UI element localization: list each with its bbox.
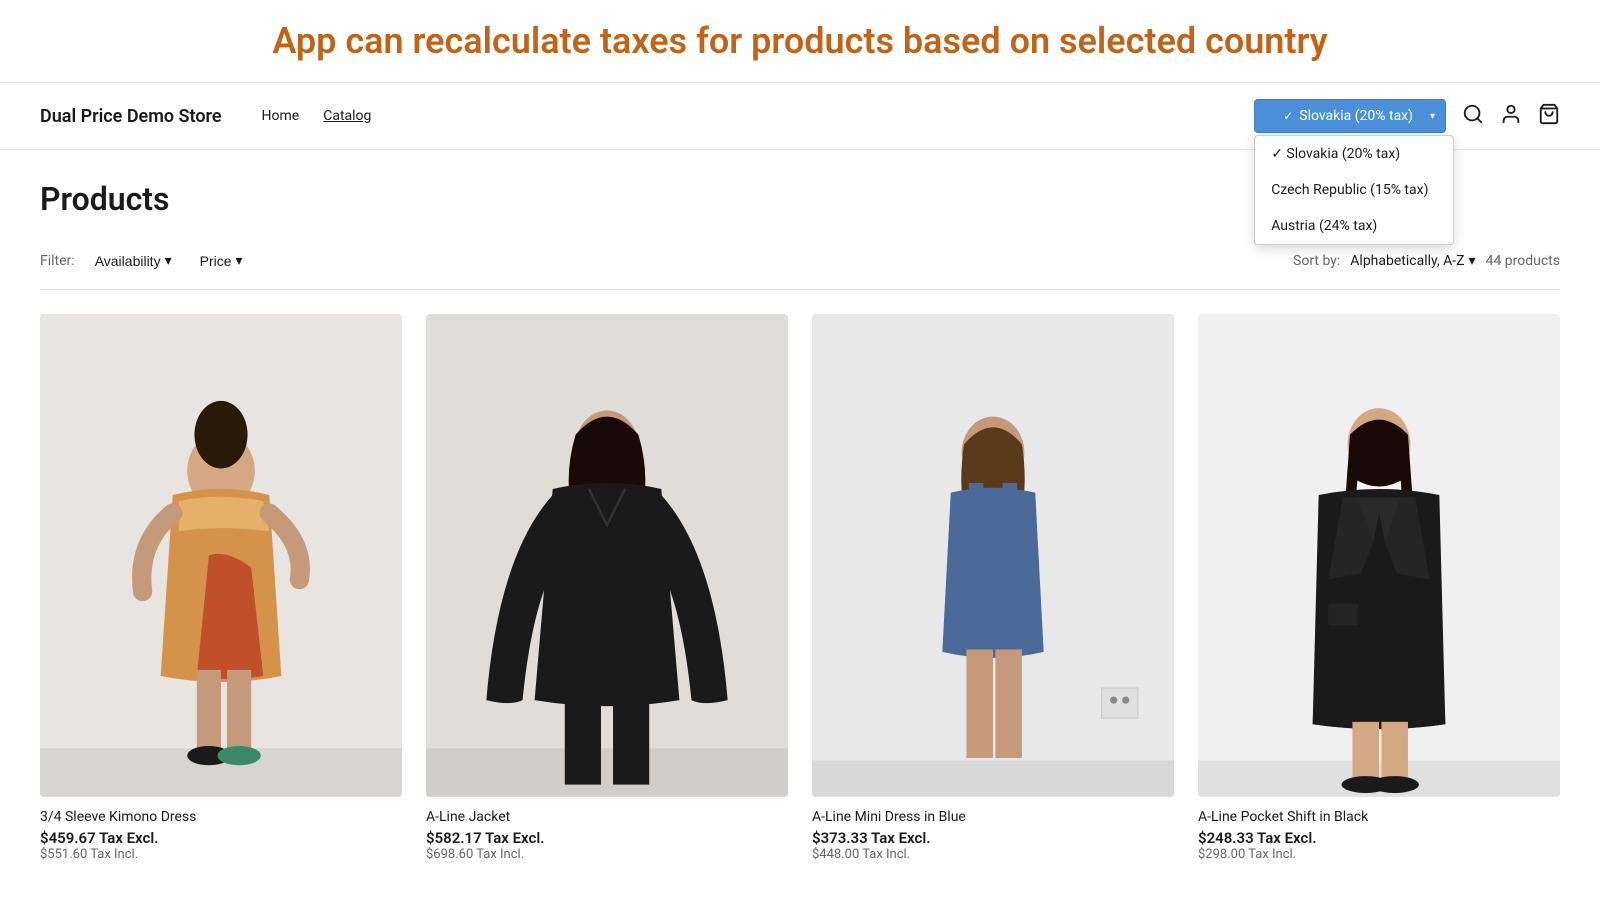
nav-catalog[interactable]: Catalog xyxy=(323,108,371,124)
dropdown-item-czech[interactable]: Czech Republic (15% tax) xyxy=(1255,172,1453,208)
sort-value: Alphabetically, A-Z xyxy=(1350,253,1464,269)
header-right: ✓ Slovakia (20% tax) ▾ ✓ Slovakia (20% t… xyxy=(1254,99,1560,133)
banner: App can recalculate taxes for products b… xyxy=(0,0,1600,82)
product-image-4 xyxy=(1198,314,1560,797)
main-nav: Home Catalog xyxy=(262,108,1255,124)
search-icon[interactable] xyxy=(1462,103,1484,130)
product-image-3 xyxy=(812,314,1174,797)
filter-right: Sort by: Alphabetically, A-Z ▾ 44 produc… xyxy=(1293,253,1560,269)
country-selector-wrapper: ✓ Slovakia (20% tax) ▾ ✓ Slovakia (20% t… xyxy=(1254,99,1446,133)
filter-left: Filter: Availability ▾ Price ▾ xyxy=(40,248,251,273)
product-price-excl-3: $373.33 Tax Excl. xyxy=(812,829,1174,847)
product-name-1: 3/4 Sleeve Kimono Dress xyxy=(40,809,402,825)
nav-home[interactable]: Home xyxy=(262,108,300,124)
site-header: Dual Price Demo Store Home Catalog ✓ Slo… xyxy=(0,82,1600,150)
product-card-2[interactable]: A-Line Jacket $582.17 Tax Excl. $698.60 … xyxy=(426,314,788,862)
availability-filter[interactable]: Availability ▾ xyxy=(87,248,180,273)
product-price-incl-1: $551.60 Tax Incl. xyxy=(40,847,402,862)
product-price-excl-4: $248.33 Tax Excl. xyxy=(1198,829,1560,847)
account-icon[interactable] xyxy=(1500,103,1522,130)
selected-country: Slovakia (20% tax) xyxy=(1299,108,1413,124)
chevron-down-icon: ▾ xyxy=(1430,111,1435,122)
product-image-1 xyxy=(40,314,402,797)
cart-icon[interactable] xyxy=(1538,103,1560,130)
product-price-incl-3: $448.00 Tax Incl. xyxy=(812,847,1174,862)
store-name[interactable]: Dual Price Demo Store xyxy=(40,106,222,127)
checkmark-icon: ✓ xyxy=(1283,109,1293,123)
sort-label: Sort by: xyxy=(1293,253,1340,269)
product-price-excl-1: $459.67 Tax Excl. xyxy=(40,829,402,847)
country-dropdown: ✓ Slovakia (20% tax) Czech Republic (15%… xyxy=(1254,135,1454,245)
products-grid: 3/4 Sleeve Kimono Dress $459.67 Tax Excl… xyxy=(40,314,1560,862)
availability-label: Availability xyxy=(95,253,161,269)
price-chevron-icon: ▾ xyxy=(236,252,243,269)
product-name-2: A-Line Jacket xyxy=(426,809,788,825)
filter-bar: Filter: Availability ▾ Price ▾ Sort by: … xyxy=(40,248,1560,290)
sort-select[interactable]: Alphabetically, A-Z ▾ xyxy=(1350,253,1475,269)
product-card-4[interactable]: A-Line Pocket Shift in Black $248.33 Tax… xyxy=(1198,314,1560,862)
product-name-4: A-Line Pocket Shift in Black xyxy=(1198,809,1560,825)
product-price-excl-2: $582.17 Tax Excl. xyxy=(426,829,788,847)
price-label: Price xyxy=(200,253,232,269)
main-content: Products Filter: Availability ▾ Price ▾ … xyxy=(0,150,1600,892)
product-name-3: A-Line Mini Dress in Blue xyxy=(812,809,1174,825)
product-image-2 xyxy=(426,314,788,797)
dropdown-item-slovakia[interactable]: ✓ Slovakia (20% tax) xyxy=(1255,136,1453,172)
country-selector[interactable]: ✓ Slovakia (20% tax) ▾ xyxy=(1254,99,1446,133)
filter-label: Filter: xyxy=(40,253,75,269)
dropdown-item-austria[interactable]: Austria (24% tax) xyxy=(1255,208,1453,244)
product-card-3[interactable]: A-Line Mini Dress in Blue $373.33 Tax Ex… xyxy=(812,314,1174,862)
product-card-1[interactable]: 3/4 Sleeve Kimono Dress $459.67 Tax Excl… xyxy=(40,314,402,862)
sort-chevron-icon: ▾ xyxy=(1469,253,1476,269)
product-count: 44 products xyxy=(1486,253,1560,269)
banner-text: App can recalculate taxes for products b… xyxy=(40,20,1560,62)
product-price-incl-4: $298.00 Tax Incl. xyxy=(1198,847,1560,862)
product-price-incl-2: $698.60 Tax Incl. xyxy=(426,847,788,862)
availability-chevron-icon: ▾ xyxy=(165,252,172,269)
price-filter[interactable]: Price ▾ xyxy=(192,248,251,273)
